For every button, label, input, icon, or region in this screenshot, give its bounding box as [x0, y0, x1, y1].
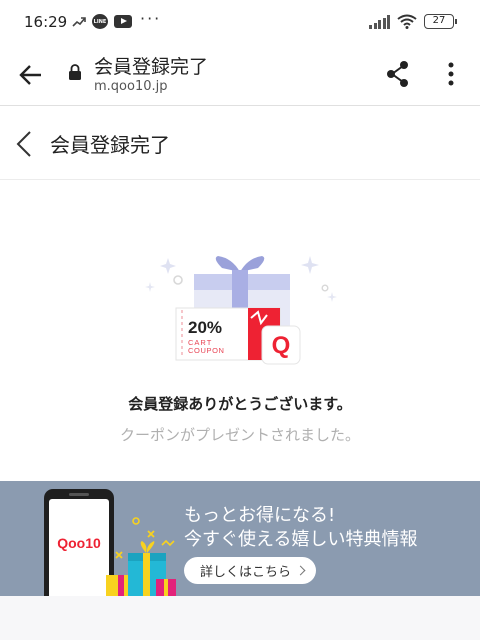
browser-page-title: 会員登録完了: [94, 56, 209, 78]
status-time: 16:29: [24, 13, 68, 31]
trend-icon: [72, 16, 86, 27]
browser-toolbar: 会員登録完了 m.qoo10.jp: [0, 46, 480, 106]
sparkle-icon: [160, 258, 176, 274]
coupon-gift-illustration: 20% CART COUPON Q: [145, 256, 337, 365]
notification-icons: LINE: [72, 14, 132, 29]
signal-icon: [369, 14, 390, 29]
page-title: 会員登録完了: [50, 133, 170, 157]
coupon-percent: 20%: [188, 318, 222, 337]
promo-banner[interactable]: Qoo10 もっとお得になる! 今すぐ使える嬉しい特典情報 詳しくはこちら: [0, 481, 480, 596]
chevron-right-icon: [295, 565, 306, 576]
coupon-line2: COUPON: [188, 346, 225, 355]
sparkle-icon: [327, 292, 337, 302]
phone-qoo10-logo: Qoo10: [57, 535, 101, 551]
system-icons: 27: [369, 14, 457, 29]
chevron-left-icon[interactable]: [14, 129, 36, 159]
promo-subheadline: 今すぐ使える嬉しい特典情報: [184, 529, 418, 550]
overflow-menu-icon[interactable]: [440, 60, 462, 88]
more-notifications-icon: ···: [140, 9, 162, 28]
promo-phone-gifts-illustration: Qoo10: [44, 489, 176, 596]
lock-icon: [69, 64, 81, 80]
page-footer-area: [0, 596, 480, 640]
sparkle-icon: [145, 282, 155, 292]
thank-you-message: 会員登録ありがとうございます。: [128, 395, 352, 413]
details-button-label: 詳しくはこちら: [200, 565, 292, 580]
wifi-icon: [397, 14, 417, 29]
details-button[interactable]: 詳しくはこちら: [184, 557, 317, 584]
line-app-icon: LINE: [92, 14, 108, 29]
youtube-icon: [114, 15, 132, 28]
coupon-gift-message: クーポンがプレゼントされました。: [119, 426, 360, 444]
qoo10-logo-icon: Q: [272, 332, 291, 359]
share-icon[interactable]: [384, 60, 412, 88]
browser-url[interactable]: m.qoo10.jp: [94, 79, 168, 94]
promo-headline: もっとお得になる!: [184, 505, 336, 526]
sparkle-icon: [301, 256, 319, 274]
page-header: 会員登録完了: [0, 107, 480, 180]
back-arrow-icon[interactable]: [18, 62, 44, 88]
battery-icon: 27: [424, 14, 457, 29]
status-bar: 16:29 LINE ··· 27: [0, 0, 480, 46]
